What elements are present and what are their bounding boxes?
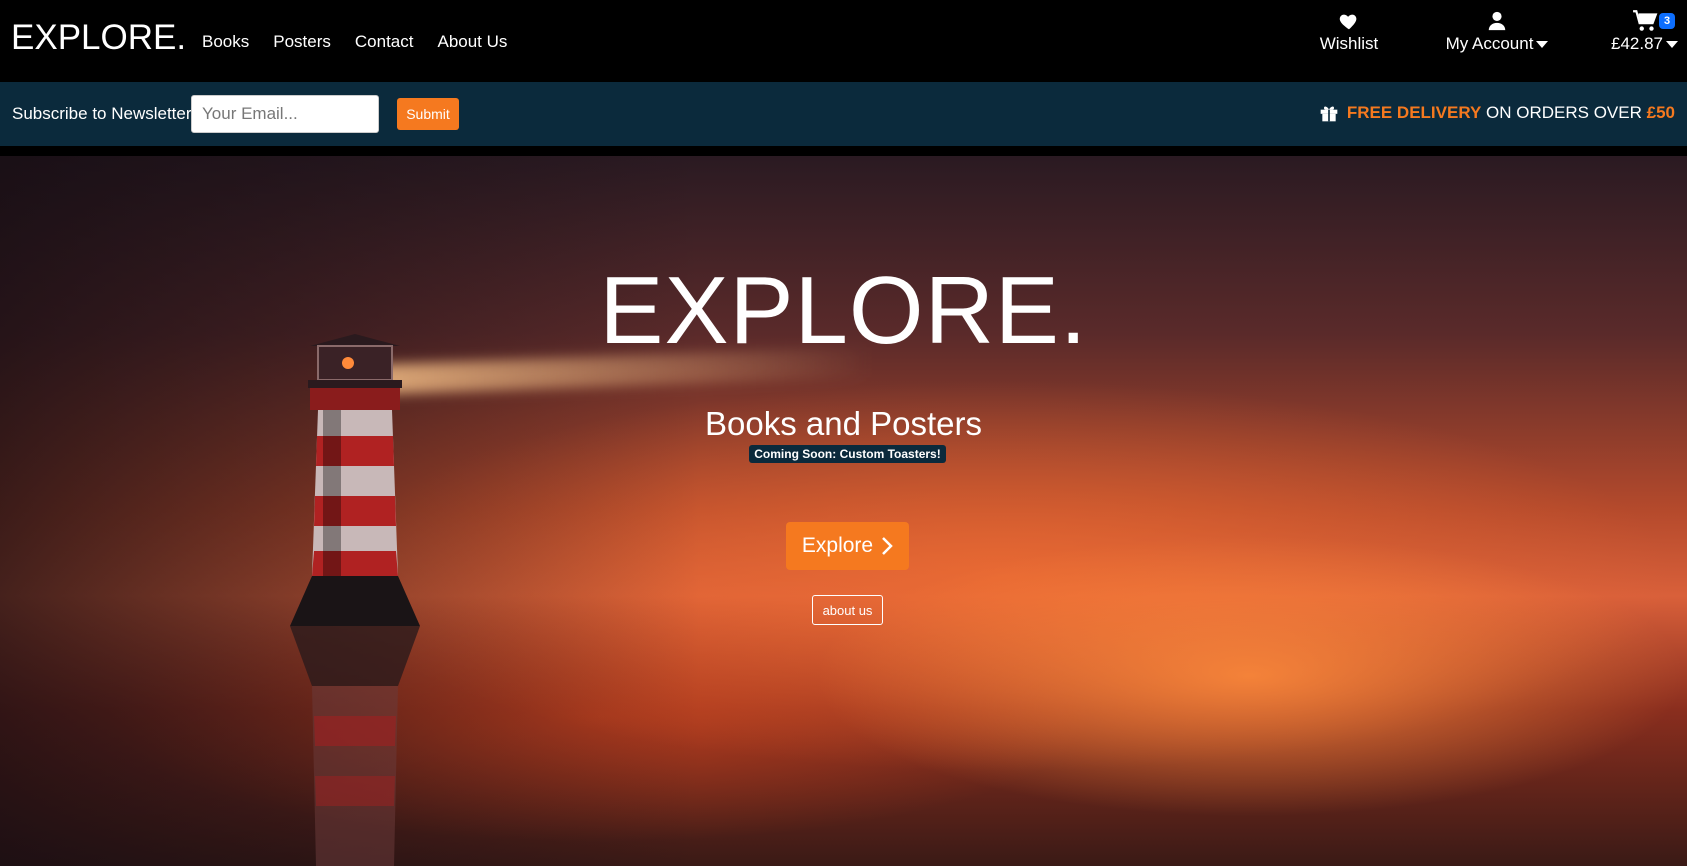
- cart-total: £42.87: [1611, 34, 1663, 53]
- user-icon: [1488, 11, 1506, 31]
- newsletter-label: Subscribe to Newsletter: [12, 104, 192, 123]
- newsletter-bar: Subscribe to Newsletter Submit FREE DELI…: [0, 82, 1687, 146]
- chevron-down-icon: [1666, 41, 1678, 49]
- free-delivery-highlight: FREE DELIVERY: [1346, 103, 1482, 122]
- chevron-right-icon: [882, 537, 893, 555]
- explore-button-label: Explore: [801, 534, 874, 557]
- newsletter-submit-button[interactable]: Submit: [397, 98, 459, 130]
- my-account-label: My Account: [1445, 34, 1534, 53]
- nav-link-books[interactable]: Books: [202, 32, 249, 52]
- newsletter-email-input[interactable]: [191, 95, 379, 133]
- free-delivery-text: ON ORDERS OVER: [1481, 103, 1647, 122]
- nav-link-about-us[interactable]: About Us: [437, 32, 507, 52]
- about-us-button[interactable]: about us: [812, 595, 883, 625]
- nav-link-posters[interactable]: Posters: [273, 32, 331, 52]
- cart-icon: [1632, 10, 1657, 31]
- coming-soon-badge: Coming Soon: Custom Toasters!: [749, 445, 946, 463]
- nav-link-contact[interactable]: Contact: [355, 32, 414, 52]
- brand-logo[interactable]: EXPLORE.: [11, 18, 186, 58]
- hero-banner: EXPLORE. Books and Posters Coming Soon: …: [0, 156, 1687, 866]
- heart-icon: [1339, 14, 1357, 30]
- explore-button[interactable]: Explore: [786, 522, 909, 570]
- chevron-down-icon: [1536, 41, 1549, 49]
- wishlist-link[interactable]: Wishlist: [1304, 8, 1394, 54]
- free-delivery-banner: FREE DELIVERY ON ORDERS OVER £50: [1319, 103, 1675, 123]
- hero-title: EXPLORE.: [599, 257, 1088, 364]
- cart-dropdown[interactable]: 3 £42.87: [1602, 8, 1687, 54]
- gift-icon: [1320, 106, 1338, 122]
- free-delivery-amount: £50: [1646, 103, 1675, 122]
- wishlist-label: Wishlist: [1319, 34, 1379, 53]
- cart-count-badge: 3: [1659, 13, 1676, 29]
- main-nav: Books Posters Contact About Us: [202, 32, 531, 52]
- hero-subtitle: Books and Posters: [705, 405, 982, 442]
- my-account-dropdown[interactable]: My Account: [1437, 8, 1557, 54]
- top-navbar: EXPLORE. Books Posters Contact About Us …: [0, 0, 1687, 82]
